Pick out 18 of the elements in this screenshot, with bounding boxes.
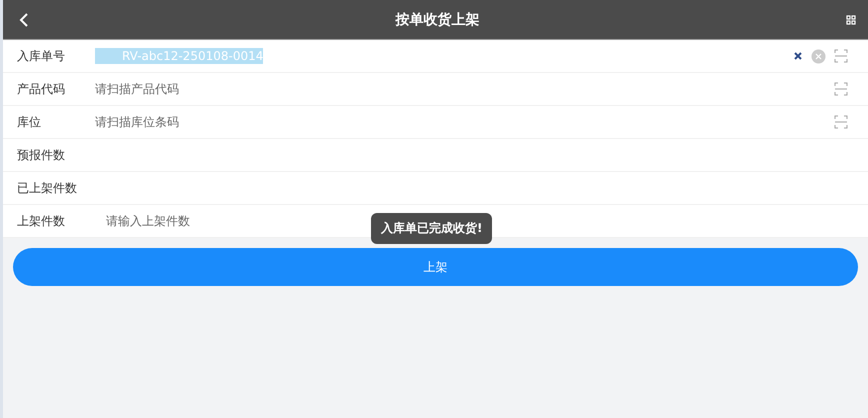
scan-icon[interactable] xyxy=(834,82,848,96)
close-icon[interactable] xyxy=(793,51,803,61)
back-icon[interactable] xyxy=(19,12,29,26)
input-field[interactable]: 请扫描产品代码 xyxy=(92,82,834,96)
field-label: 已上架件数 xyxy=(17,180,78,196)
clear-icon[interactable] xyxy=(811,48,826,64)
grid-icon[interactable] xyxy=(846,14,856,24)
page-title: 按单收货上架 xyxy=(396,10,480,28)
submit-button[interactable]: 上架 xyxy=(13,248,858,286)
scan-icon[interactable] xyxy=(834,115,848,129)
field-label: 库位 xyxy=(17,114,42,130)
field-label: 上架件数 xyxy=(17,212,66,230)
field-label: 入库单号 xyxy=(17,48,66,64)
scan-icon[interactable] xyxy=(834,49,848,63)
toast-message: 入库单已完成收货! xyxy=(371,213,492,244)
field-label: 预报件数 xyxy=(17,146,66,164)
input-field[interactable]: 请扫描库位条码 xyxy=(92,115,834,129)
field-label: 产品代码 xyxy=(17,80,66,98)
